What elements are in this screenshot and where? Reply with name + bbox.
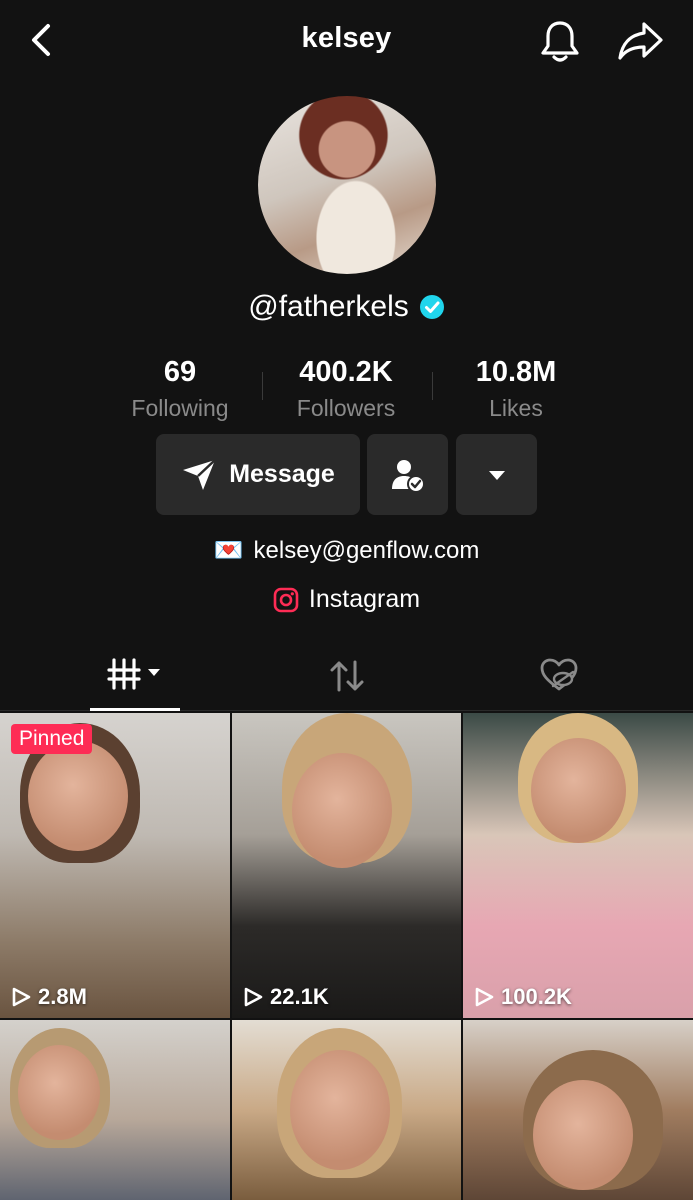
avatar[interactable] — [258, 96, 436, 274]
notifications-button[interactable] — [538, 18, 582, 64]
stat-value: 69 — [163, 356, 197, 388]
share-button[interactable] — [616, 18, 666, 64]
view-count: 100.2K — [473, 984, 572, 1010]
share-arrow-icon — [618, 22, 663, 60]
video-grid: Pinned 2.8M 22.1K 100.2K — [0, 713, 693, 1200]
stat-value: 400.2K — [299, 356, 393, 388]
instagram-label: Instagram — [308, 585, 421, 613]
tab-liked[interactable] — [514, 640, 604, 711]
tab-reposts[interactable] — [300, 640, 393, 711]
play-icon — [244, 987, 263, 1007]
stat-value: 10.8M — [475, 356, 557, 388]
video-thumbnail[interactable] — [463, 1020, 693, 1200]
stat-following[interactable]: 69 Following — [100, 356, 260, 422]
view-count-text: 22.1K — [270, 984, 329, 1009]
stat-label: Likes — [489, 395, 543, 421]
caret-down-icon — [488, 470, 505, 480]
view-count-text: 2.8M — [38, 984, 87, 1009]
message-button[interactable]: Message — [156, 434, 360, 515]
liked-hidden-icon — [540, 658, 578, 690]
thumbnail-image — [290, 1050, 390, 1170]
love-letter-icon: 💌 — [213, 537, 244, 564]
videos-grid-icon — [107, 658, 160, 690]
bell-icon — [541, 21, 579, 62]
video-thumbnail[interactable] — [232, 1020, 461, 1200]
user-check-icon — [391, 459, 425, 493]
instagram-link[interactable]: Instagram — [0, 585, 693, 614]
stat-label: Followers — [296, 395, 396, 421]
view-count: 2.8M — [10, 984, 87, 1010]
content-tabs — [0, 640, 693, 711]
pinned-badge: Pinned — [11, 724, 93, 754]
divider — [432, 372, 433, 400]
video-thumbnail[interactable]: 22.1K — [232, 713, 461, 1018]
thumbnail-image — [531, 738, 626, 843]
send-arrow-icon — [183, 458, 217, 490]
profile-stats: 69 Following 400.2K Followers 10.8M Like… — [100, 356, 593, 426]
friends-button[interactable] — [367, 434, 448, 515]
view-count: 22.1K — [242, 984, 329, 1010]
top-bar: kelsey — [0, 0, 693, 84]
bio-email[interactable]: 💌 kelsey@genflow.com — [0, 536, 693, 565]
video-thumbnail[interactable] — [0, 1020, 230, 1200]
stat-label: Following — [131, 395, 229, 421]
divider — [262, 372, 263, 400]
more-button[interactable] — [456, 434, 537, 515]
message-label: Message — [229, 460, 335, 488]
email-text: kelsey@genflow.com — [253, 536, 480, 564]
tab-videos[interactable] — [90, 640, 180, 711]
username-row: @fatherkels — [0, 290, 693, 324]
thumbnail-image — [18, 1045, 100, 1140]
repost-icon — [330, 660, 363, 691]
instagram-icon — [273, 587, 299, 612]
thumbnail-image — [292, 753, 392, 868]
play-icon — [12, 987, 31, 1007]
play-icon — [475, 987, 494, 1007]
stat-followers[interactable]: 400.2K Followers — [266, 356, 426, 422]
video-thumbnail[interactable]: Pinned 2.8M — [0, 713, 230, 1018]
video-thumbnail[interactable]: 100.2K — [463, 713, 693, 1018]
page-title: kelsey — [301, 22, 392, 54]
stat-likes[interactable]: 10.8M Likes — [436, 356, 596, 422]
view-count-text: 100.2K — [501, 984, 572, 1009]
username: @fatherkels — [248, 290, 409, 323]
thumbnail-image — [28, 741, 128, 851]
thumbnail-image — [533, 1080, 633, 1190]
verified-badge-icon — [419, 295, 444, 319]
